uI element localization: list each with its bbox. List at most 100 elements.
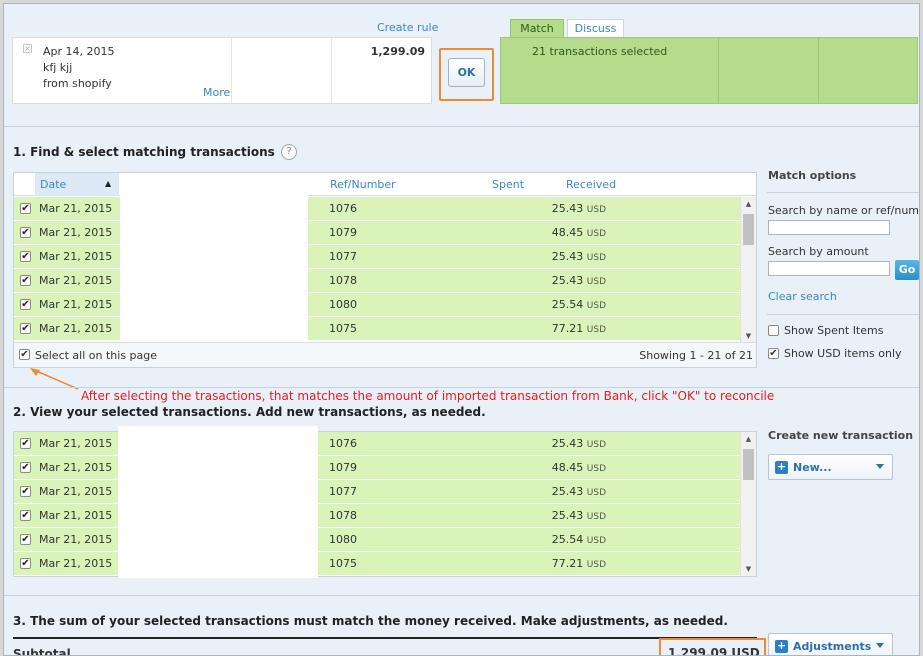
row-checkbox[interactable]: ✔	[20, 323, 31, 334]
divider	[4, 595, 919, 596]
select-all-label: Select all on this page	[35, 349, 158, 362]
scroll-thumb[interactable]	[743, 449, 754, 480]
new-transaction-button[interactable]: + New...	[768, 454, 893, 480]
row-received: 25.43 USD	[514, 509, 606, 522]
row-currency: USD	[586, 301, 606, 311]
row-ref: 1077	[329, 485, 357, 498]
close-icon[interactable]: ×	[23, 44, 32, 53]
row-checkbox[interactable]: ✔	[20, 438, 31, 449]
scrollbar[interactable]: ▲ ▼	[740, 432, 756, 576]
divider	[818, 38, 819, 103]
adjustments-button[interactable]: + Adjustments	[768, 633, 893, 655]
annotation-arrow-icon	[30, 368, 79, 390]
column-spent[interactable]: Spent	[492, 178, 524, 191]
scroll-down-icon[interactable]: ▼	[741, 562, 756, 576]
row-checkbox[interactable]: ✔	[20, 486, 31, 497]
search-amount-input[interactable]	[768, 261, 890, 276]
scroll-thumb[interactable]	[743, 214, 754, 245]
ok-button[interactable]: OK	[448, 58, 485, 87]
more-link[interactable]: More	[203, 86, 230, 99]
adjustments-label: Adjustments	[793, 640, 872, 653]
show-spent-label: Show Spent Items	[784, 324, 884, 337]
show-usd-label: Show USD items only	[784, 347, 902, 360]
row-received-amount: 25.43	[551, 250, 584, 263]
create-rule-link[interactable]: Create rule	[377, 21, 438, 34]
row-date: Mar 21, 2015	[39, 202, 113, 215]
row-date: Mar 21, 2015	[39, 533, 113, 546]
scroll-down-icon[interactable]: ▼	[741, 329, 756, 343]
subtotal-divider	[13, 637, 757, 639]
row-checkbox[interactable]: ✔	[20, 510, 31, 521]
divider	[331, 38, 332, 103]
row-checkbox[interactable]: ✔	[20, 251, 31, 262]
row-ref: 1076	[329, 437, 357, 450]
scroll-up-icon[interactable]: ▲	[741, 197, 756, 211]
clear-search-link[interactable]: Clear search	[768, 290, 837, 303]
row-currency: USD	[586, 440, 606, 450]
row-received: 25.43 USD	[514, 250, 606, 263]
redacted-area	[118, 426, 318, 578]
row-currency: USD	[586, 560, 606, 570]
select-all-checkbox[interactable]: ✔	[19, 349, 30, 360]
redacted-area	[120, 173, 308, 345]
column-ref[interactable]: Ref/Number	[330, 178, 396, 191]
tab-match[interactable]: Match	[510, 19, 564, 38]
section2-title: 2. View your selected transactions. Add …	[13, 405, 486, 419]
row-checkbox[interactable]: ✔	[20, 275, 31, 286]
row-ref: 1077	[329, 250, 357, 263]
row-received-amount: 77.21	[551, 557, 584, 570]
row-ref: 1078	[329, 509, 357, 522]
go-button[interactable]: Go	[895, 260, 919, 280]
row-date: Mar 21, 2015	[39, 298, 113, 311]
row-checkbox[interactable]: ✔	[20, 462, 31, 473]
selected-count: 21 transactions selected	[532, 45, 668, 58]
row-received-amount: 48.45	[551, 461, 584, 474]
row-checkbox[interactable]: ✔	[20, 558, 31, 569]
search-name-label: Search by name or ref/num	[768, 204, 920, 217]
row-currency: USD	[586, 229, 606, 239]
divider	[4, 126, 919, 127]
show-spent-checkbox[interactable]	[768, 325, 779, 336]
row-received-amount: 77.21	[551, 322, 584, 335]
show-usd-checkbox[interactable]: ✔	[768, 348, 779, 359]
find-transactions-grid: Date ▲ Ref/Number Spent Received ✔ Mar 21…	[13, 172, 757, 368]
row-received: 77.21 USD	[514, 322, 606, 335]
row-received-amount: 25.43	[551, 485, 584, 498]
bank-txn-source: from shopify	[43, 77, 112, 90]
row-date: Mar 21, 2015	[39, 437, 113, 450]
row-received-amount: 25.43	[551, 437, 584, 450]
row-date: Mar 21, 2015	[39, 250, 113, 263]
row-checkbox[interactable]: ✔	[20, 203, 31, 214]
chevron-down-icon	[876, 643, 884, 648]
row-date: Mar 21, 2015	[39, 509, 113, 522]
grid-footer: ✔ Select all on this page Showing 1 - 21…	[14, 342, 756, 367]
search-name-input[interactable]	[768, 220, 890, 235]
bank-txn-amount: 1,299.09	[370, 45, 425, 58]
bank-txn-payee: kfj kjj	[43, 61, 73, 74]
row-received-amount: 25.54	[551, 298, 584, 311]
divider	[767, 192, 919, 193]
row-date: Mar 21, 2015	[39, 274, 113, 287]
help-icon[interactable]: ?	[281, 144, 297, 160]
row-ref: 1080	[329, 533, 357, 546]
row-checkbox[interactable]: ✔	[20, 299, 31, 310]
column-date[interactable]: Date	[40, 178, 66, 191]
row-currency: USD	[586, 325, 606, 335]
tab-discuss[interactable]: Discuss	[567, 19, 624, 38]
column-received[interactable]: Received	[566, 178, 616, 191]
subtotal-highlight-box	[659, 638, 766, 655]
scrollbar[interactable]: ▲ ▼	[740, 197, 756, 343]
plus-icon: +	[775, 460, 788, 474]
bank-transaction-card: × Apr 14, 2015 kfj kjj from shopify More…	[12, 37, 432, 104]
scroll-up-icon[interactable]: ▲	[741, 432, 756, 446]
row-received-amount: 25.43	[551, 274, 584, 287]
row-date: Mar 21, 2015	[39, 485, 113, 498]
row-checkbox[interactable]: ✔	[20, 534, 31, 545]
match-panel: 21 transactions selected	[500, 37, 918, 104]
row-checkbox[interactable]: ✔	[20, 227, 31, 238]
row-ref: 1079	[329, 226, 357, 239]
row-currency: USD	[586, 253, 606, 263]
chevron-down-icon	[876, 464, 884, 469]
row-received: 25.54 USD	[514, 533, 606, 546]
row-received: 25.43 USD	[514, 485, 606, 498]
